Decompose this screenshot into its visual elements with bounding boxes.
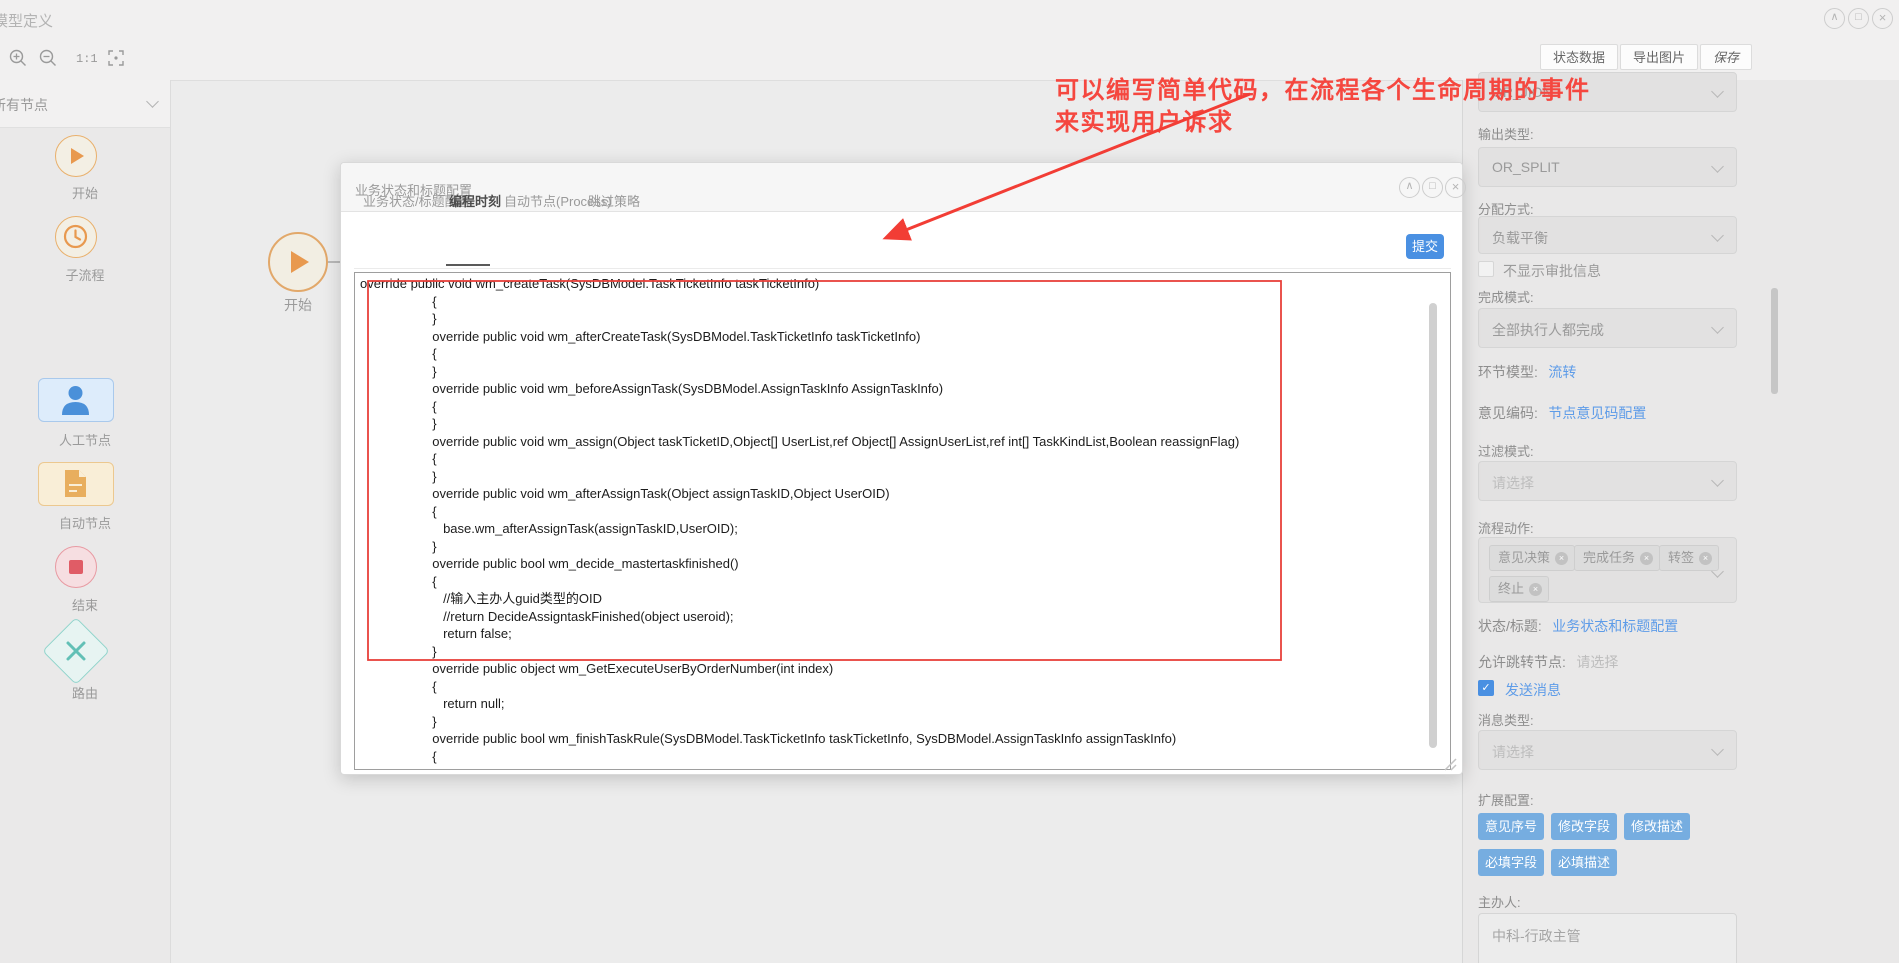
send-message-label: 发送消息 [1505, 680, 1561, 700]
config-dialog: 业务状态和标题配置 ∧ □ × 业务状态/标题配置 编程时刻 自动节点(Proc… [340, 162, 1463, 775]
link-model-row: 环节模型: 流转 [1478, 362, 1576, 382]
actual-size-icon[interactable]: 1:1 [76, 52, 98, 66]
allow-jump-row[interactable]: 允许跳转节点: 请选择 [1478, 652, 1618, 672]
page-title: 模型定义 [0, 10, 53, 31]
send-message-checkbox[interactable]: ✓ [1478, 680, 1494, 696]
save-button[interactable]: 保存 [1700, 44, 1752, 70]
properties-panel: OR_JION 输出类型: OR_SPLIT 分配方式: 负载平衡 不显示审批信… [1462, 80, 1899, 963]
dialog-close-icon[interactable]: × [1445, 177, 1466, 198]
assign-mode-select[interactable]: 负载平衡 [1478, 216, 1737, 254]
play-icon [71, 148, 84, 164]
opinion-code-row: 意见编码: 节点意见码配置 [1478, 403, 1646, 423]
owner-label: 主办人: [1478, 892, 1521, 911]
code-editor[interactable]: override public void wm_createTask(SysDB… [354, 272, 1451, 770]
modify-field-button[interactable]: 修改字段 [1551, 813, 1617, 840]
palette-item-auto-node[interactable] [38, 462, 114, 506]
modify-desc-button[interactable]: 修改描述 [1624, 813, 1690, 840]
flow-actions-multiselect[interactable]: 意见决策× 完成任务× 转签× 终止× [1478, 537, 1737, 603]
palette-item-subprocess[interactable] [55, 216, 97, 258]
opinion-serial-button[interactable]: 意见序号 [1478, 813, 1544, 840]
panel-scrollbar[interactable] [1771, 288, 1778, 394]
flow-action-tag[interactable]: 意见决策× [1489, 545, 1575, 571]
code-content: override public void wm_createTask(SysDB… [355, 273, 1450, 765]
tab-skip-strategy[interactable]: 跳过策略 [588, 191, 640, 210]
palette-item-label: 自动节点 [0, 513, 170, 532]
hide-approval-label: 不显示审批信息 [1503, 261, 1601, 281]
status-title-row: 状态/标题: 业务状态和标题配置 [1478, 616, 1678, 636]
node-palette: 所有节点 开始 子流程 人工节点 [0, 80, 171, 963]
palette-item-label: 开始 [0, 183, 170, 202]
flow-action-tag[interactable]: 完成任务× [1574, 545, 1660, 571]
export-image-button[interactable]: 导出图片 [1620, 44, 1698, 70]
active-tab-underline [446, 264, 490, 266]
flow-action-tag[interactable]: 终止× [1489, 576, 1549, 602]
stop-icon [69, 560, 83, 574]
dialog-resize-handle[interactable] [1441, 755, 1457, 771]
filter-mode-label: 过滤模式: [1478, 441, 1534, 460]
window-collapse-icon[interactable]: ∧ [1824, 8, 1845, 29]
code-editor-scrollbar[interactable] [1429, 303, 1437, 748]
palette-item-label: 结束 [0, 595, 170, 614]
required-desc-button[interactable]: 必填描述 [1551, 849, 1617, 876]
chevron-down-icon [146, 95, 159, 108]
status-title-link[interactable]: 业务状态和标题配置 [1552, 618, 1678, 634]
title-bar: 模型定义 ∧ □ × [0, 0, 1899, 39]
tag-remove-icon[interactable]: × [1529, 583, 1542, 596]
complete-mode-select[interactable]: 全部执行人都完成 [1478, 308, 1737, 348]
status-data-button[interactable]: 状态数据 [1540, 44, 1618, 70]
canvas-node-label: 开始 [268, 295, 328, 315]
ext-config-label: 扩展配置: [1478, 790, 1534, 809]
annotation-text-line1: 可以编写简单代码，在流程各个生命周期的事件 [1055, 70, 1591, 105]
zoom-in-icon[interactable] [8, 48, 28, 68]
dialog-maximize-icon[interactable]: □ [1422, 177, 1443, 198]
message-type-label: 消息类型: [1478, 710, 1534, 729]
canvas-start-node[interactable] [268, 232, 328, 292]
clock-icon [56, 217, 95, 256]
annotation-text-line2: 来实现用户诉求 [1055, 102, 1234, 137]
person-icon [39, 379, 112, 420]
window-maximize-icon[interactable]: □ [1848, 8, 1869, 29]
palette-item-label: 人工节点 [0, 430, 170, 449]
palette-item-end[interactable] [55, 546, 97, 588]
opinion-code-link[interactable]: 节点意见码配置 [1548, 405, 1646, 421]
palette-item-manual-node[interactable] [38, 378, 114, 422]
output-type-label: 输出类型: [1478, 124, 1534, 143]
complete-mode-label: 完成模式: [1478, 287, 1534, 306]
flow-actions-label: 流程动作: [1478, 518, 1534, 537]
palette-filter-label: 所有节点 [0, 95, 48, 115]
palette-item-start[interactable] [55, 135, 97, 177]
fit-screen-icon[interactable] [106, 48, 126, 68]
flow-action-tag[interactable]: 转签× [1659, 545, 1719, 571]
workflow-designer-window: 模型定义 ∧ □ × 1:1 状态数据 导出图片 保存 所有节点 [0, 0, 1899, 963]
required-field-button[interactable]: 必填字段 [1478, 849, 1544, 876]
zoom-out-icon[interactable] [38, 48, 58, 68]
link-model-link[interactable]: 流转 [1548, 364, 1576, 380]
message-type-select[interactable]: 请选择 [1478, 730, 1737, 770]
route-x-icon [62, 637, 90, 665]
palette-item-label: 路由 [0, 683, 170, 702]
palette-item-label: 子流程 [0, 265, 170, 284]
tag-remove-icon[interactable]: × [1640, 552, 1653, 565]
tab-programming-moment[interactable]: 编程时刻 [449, 191, 501, 210]
tag-remove-icon[interactable]: × [1699, 552, 1712, 565]
window-close-icon[interactable]: × [1872, 8, 1893, 29]
tag-remove-icon[interactable]: × [1555, 552, 1568, 565]
tabs-divider [354, 268, 1451, 269]
document-icon [39, 463, 112, 504]
submit-button[interactable]: 提交 [1406, 234, 1444, 259]
output-type-select[interactable]: OR_SPLIT [1478, 147, 1737, 187]
palette-filter-dropdown[interactable]: 所有节点 [0, 80, 170, 128]
dialog-collapse-icon[interactable]: ∧ [1399, 177, 1420, 198]
play-icon [291, 251, 309, 273]
filter-mode-select[interactable]: 请选择 [1478, 461, 1737, 501]
owner-input[interactable]: 中科-行政主管 [1478, 913, 1737, 963]
hide-approval-checkbox[interactable] [1478, 261, 1494, 277]
